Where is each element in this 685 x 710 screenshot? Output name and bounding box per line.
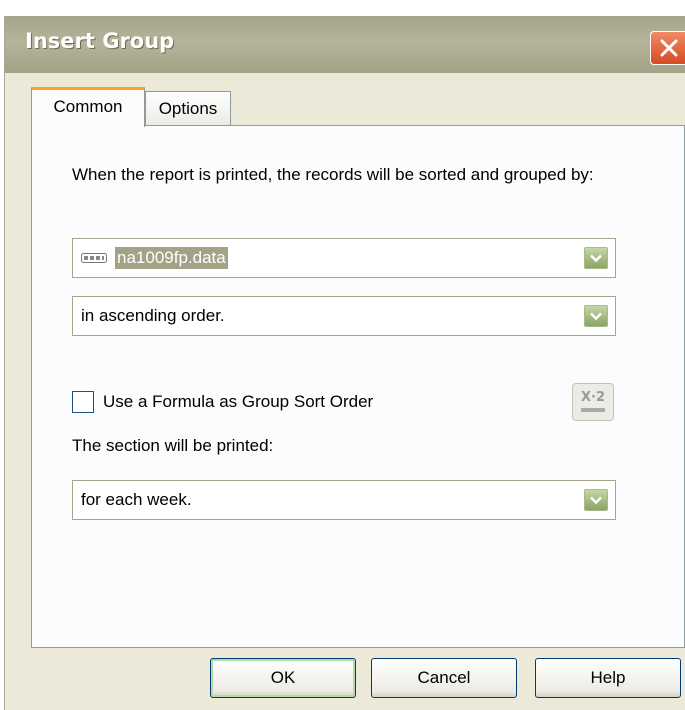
group-field-combo[interactable]: na1009fp.data	[72, 238, 616, 278]
formula-editor-icon: X·2	[581, 390, 606, 405]
close-button[interactable]	[650, 31, 685, 65]
chevron-down-icon	[590, 254, 602, 263]
cancel-button[interactable]: Cancel	[371, 658, 517, 698]
database-field-icon	[81, 253, 107, 263]
chevron-down-icon	[590, 496, 602, 505]
title-bar[interactable]: Insert Group	[5, 17, 685, 73]
close-icon	[660, 39, 678, 57]
formula-editor-icon-bar	[581, 408, 605, 412]
formula-editor-button[interactable]: X·2	[572, 383, 614, 421]
section-print-combo[interactable]: for each week.	[72, 480, 616, 520]
common-tab-panel: When the report is printed, the records …	[31, 125, 685, 648]
tab-options[interactable]: Options	[145, 91, 231, 125]
insert-group-dialog: Insert Group Common Options When the rep…	[4, 16, 685, 710]
sort-order-combo[interactable]: in ascending order.	[72, 296, 616, 336]
section-print-value: for each week.	[81, 490, 192, 509]
sort-order-value: in ascending order.	[81, 306, 225, 325]
grouping-description: When the report is printed, the records …	[72, 165, 594, 184]
group-field-dropdown-button[interactable]	[584, 247, 608, 269]
section-printed-label: The section will be printed:	[72, 436, 274, 455]
use-formula-checkbox[interactable]	[72, 391, 94, 413]
sort-order-dropdown-button[interactable]	[584, 305, 608, 327]
ok-button[interactable]: OK	[210, 658, 356, 698]
group-field-value: na1009fp.data	[115, 247, 228, 269]
help-button[interactable]: Help	[535, 658, 681, 698]
dialog-title: Insert Group	[25, 29, 175, 53]
chevron-down-icon	[590, 312, 602, 321]
section-print-dropdown-button[interactable]	[584, 489, 608, 511]
use-formula-label[interactable]: Use a Formula as Group Sort Order	[103, 392, 373, 412]
tab-common[interactable]: Common	[31, 87, 145, 127]
